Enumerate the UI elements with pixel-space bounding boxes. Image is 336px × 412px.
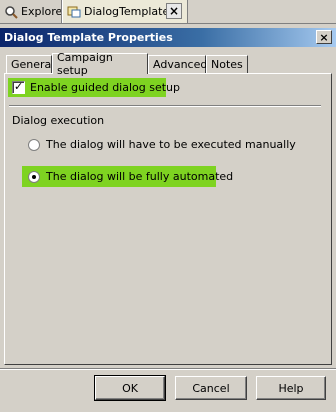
- tab-campaign-setup[interactable]: Campaign setup: [52, 51, 148, 77]
- tab-campaign-setup-label: Campaign setup: [57, 51, 113, 77]
- radio-automated-label: The dialog will be fully automated: [46, 170, 234, 183]
- dialog-close-button[interactable]: ×: [316, 30, 332, 44]
- radio-manual[interactable]: [28, 138, 40, 151]
- footer-divider: [0, 368, 336, 370]
- radio-automated[interactable]: [28, 170, 40, 183]
- editor-tab-strip: Explore DialogTemplate ×: [0, 0, 336, 24]
- search-icon: [5, 5, 18, 19]
- editor-tab-close-icon[interactable]: ×: [166, 3, 182, 19]
- radio-selected-dot: [32, 174, 36, 179]
- radio-manual-row[interactable]: The dialog will have to be executed manu…: [28, 138, 296, 151]
- guided-setup-checkbox-row[interactable]: ✓ Enable guided dialog setup: [12, 81, 180, 94]
- editor-tab-explorer-label: Explore: [21, 5, 62, 18]
- tab-advanced-label: Advanced: [153, 58, 208, 71]
- checkmark-icon: ✓: [14, 80, 24, 93]
- editor-tab-explorer[interactable]: Explore: [0, 0, 62, 23]
- help-button[interactable]: Help: [256, 376, 326, 400]
- section-divider: [9, 105, 321, 107]
- radio-automated-row[interactable]: The dialog will be fully automated: [28, 170, 233, 183]
- dialog-title: Dialog Template Properties: [4, 31, 173, 44]
- dialog-template-icon: [67, 6, 81, 17]
- tab-notes[interactable]: Notes: [206, 55, 248, 73]
- dialog-execution-label: Dialog execution: [12, 114, 105, 127]
- dialog-title-bar: Dialog Template Properties ×: [0, 28, 336, 47]
- editor-tab-dialog-template-label: DialogTemplate: [84, 5, 170, 18]
- tab-notes-label: Notes: [211, 58, 243, 71]
- tab-general-label: General: [11, 58, 55, 71]
- radio-manual-label: The dialog will have to be executed manu…: [46, 138, 296, 151]
- tab-general[interactable]: General: [6, 55, 55, 73]
- cancel-button[interactable]: Cancel: [175, 376, 247, 400]
- tab-advanced[interactable]: Advanced: [148, 55, 208, 73]
- guided-setup-checkbox[interactable]: ✓: [12, 81, 25, 94]
- ok-button[interactable]: OK: [94, 375, 166, 401]
- guided-setup-label: Enable guided dialog setup: [30, 81, 181, 94]
